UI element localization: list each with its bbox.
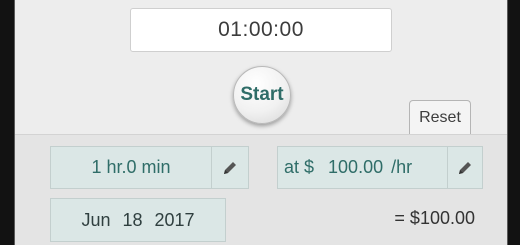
- date-year: 2017: [154, 209, 195, 230]
- pencil-icon: [224, 161, 236, 174]
- date-month: Jun: [81, 209, 111, 230]
- pencil-icon: [459, 161, 471, 174]
- date-picker[interactable]: Jun 18 2017: [50, 198, 226, 242]
- app-screen: 01:00:00 Start Reset 1 hr.0 min at $ 100…: [14, 0, 508, 245]
- rate-amount: 100.00: [328, 157, 384, 177]
- start-button[interactable]: Start: [233, 66, 291, 124]
- rate-unit: /hr: [391, 157, 413, 177]
- duration-value: 1 hr.0 min: [91, 157, 171, 177]
- total-amount: = $100.00: [394, 208, 475, 228]
- rate-field[interactable]: at $ 100.00 /hr: [277, 146, 448, 189]
- rate-prefix: at $: [284, 157, 315, 177]
- reset-button[interactable]: Reset: [409, 100, 471, 134]
- phone-bezel-left: [0, 0, 14, 245]
- duration-field[interactable]: 1 hr.0 min: [50, 146, 212, 189]
- phone-bezel-right: [508, 0, 520, 245]
- timer-display: 01:00:00: [130, 8, 392, 52]
- edit-duration-button[interactable]: [211, 146, 249, 189]
- edit-rate-button[interactable]: [447, 146, 483, 189]
- date-day: 18: [122, 209, 143, 230]
